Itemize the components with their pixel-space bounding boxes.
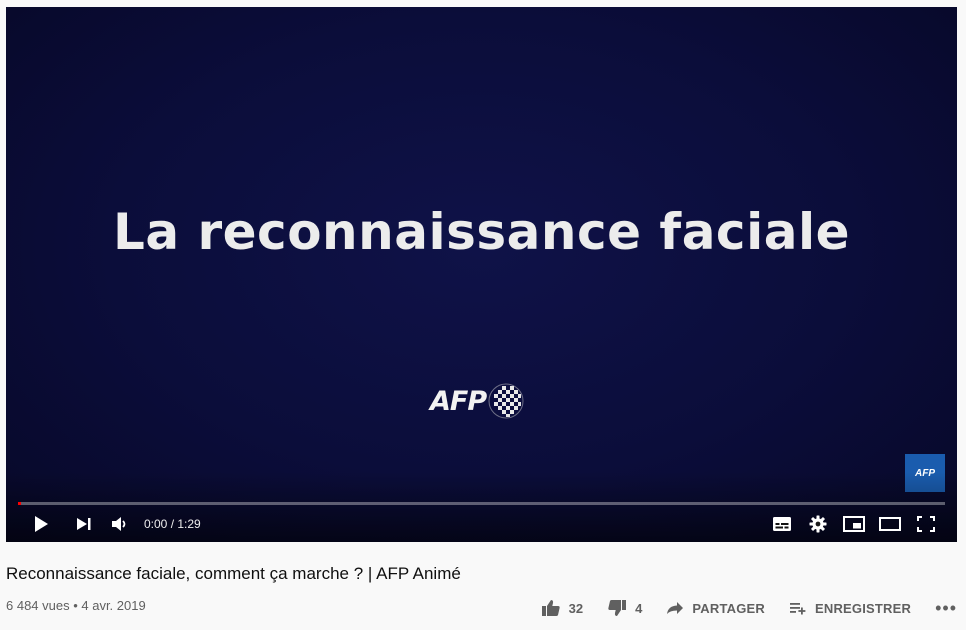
time-display: 0:00 / 1:29 bbox=[144, 517, 201, 531]
thumbs-down-icon bbox=[608, 600, 627, 616]
video-frame-title: La reconnaissance faciale bbox=[112, 203, 850, 261]
next-icon bbox=[77, 518, 91, 530]
video-actions: 32 4 PARTAGER ENREGISTRER ••• bbox=[541, 598, 957, 618]
playlist-add-icon bbox=[789, 603, 806, 615]
save-button[interactable]: ENREGISTRER bbox=[789, 601, 911, 616]
share-label: PARTAGER bbox=[692, 600, 765, 616]
thumbs-up-icon bbox=[541, 600, 560, 616]
more-actions-icon[interactable]: ••• bbox=[935, 599, 957, 617]
miniplayer-icon bbox=[843, 516, 865, 532]
play-button[interactable] bbox=[30, 515, 52, 533]
volume-button[interactable] bbox=[110, 516, 130, 532]
subtitles-button[interactable] bbox=[769, 516, 795, 532]
fullscreen-button[interactable] bbox=[913, 516, 939, 532]
player-controls: 0:00 / 1:29 bbox=[6, 509, 957, 539]
video-title: Reconnaissance faciale, comment ça march… bbox=[6, 564, 461, 583]
share-button[interactable]: PARTAGER bbox=[666, 601, 765, 616]
afp-logo-text: AFP bbox=[430, 385, 487, 417]
miniplayer-button[interactable] bbox=[841, 516, 867, 532]
afp-logo: AFP bbox=[430, 381, 524, 421]
gear-icon bbox=[809, 515, 827, 533]
next-button[interactable] bbox=[74, 517, 94, 531]
globe-icon bbox=[488, 383, 524, 419]
progress-bar[interactable] bbox=[18, 502, 945, 505]
dislike-button[interactable]: 4 bbox=[607, 599, 642, 617]
like-button[interactable]: 32 bbox=[541, 599, 583, 617]
subtitles-icon bbox=[773, 517, 791, 531]
progress-played bbox=[18, 502, 21, 505]
volume-icon bbox=[112, 517, 126, 531]
video-info: Reconnaissance faciale, comment ça march… bbox=[6, 542, 957, 630]
theater-button[interactable] bbox=[877, 517, 903, 531]
play-icon bbox=[35, 516, 48, 532]
dislike-count: 4 bbox=[635, 600, 643, 616]
like-count: 32 bbox=[568, 600, 584, 616]
video-meta: 6 484 vues • 4 avr. 2019 bbox=[6, 598, 146, 613]
save-label: ENREGISTRER bbox=[814, 600, 912, 616]
fullscreen-icon bbox=[917, 516, 935, 532]
settings-button[interactable] bbox=[805, 515, 831, 533]
theater-icon bbox=[879, 517, 901, 531]
share-icon bbox=[667, 602, 684, 614]
video-player[interactable]: La reconnaissance faciale AFP AFP bbox=[6, 7, 957, 542]
